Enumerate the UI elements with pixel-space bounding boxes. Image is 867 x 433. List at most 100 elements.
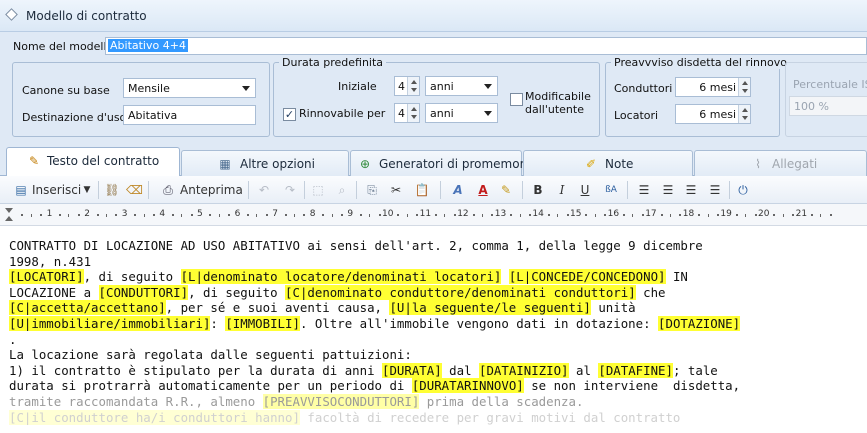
chevron-down-icon — [484, 84, 492, 89]
ruler-tick — [754, 214, 757, 216]
indent-marker-icon[interactable] — [5, 216, 13, 221]
percentuale-label: Percentuale IS — [793, 78, 867, 91]
align-center-icon[interactable]: ☰ — [660, 180, 676, 200]
italic-icon[interactable]: I — [554, 180, 570, 200]
font-color-icon[interactable]: A — [475, 180, 491, 200]
options-icon: ▦ — [219, 157, 231, 171]
cut-icon[interactable]: ✂ — [388, 180, 404, 200]
tab-note[interactable]: ✐ Note — [523, 150, 693, 176]
select-all-icon[interactable]: ⬚ — [310, 180, 326, 200]
eraser-icon[interactable]: ⌫ — [126, 180, 143, 200]
conduttori-stepper[interactable]: 6 mesi — [675, 77, 751, 97]
ruler-tick — [115, 214, 118, 216]
highlight-icon[interactable]: ✎ — [498, 180, 514, 200]
text-case-icon[interactable]: ßA — [601, 180, 621, 200]
font-icon[interactable]: A — [450, 180, 466, 200]
ruler-tick — [679, 214, 682, 216]
chevron-down-icon[interactable]: ▼ — [82, 180, 92, 200]
underline-icon[interactable]: U — [577, 180, 593, 200]
find-icon[interactable]: ⌕ — [334, 180, 350, 200]
edit-icon: ✎ — [28, 154, 40, 168]
ruler-tick — [341, 214, 343, 216]
align-right-icon[interactable]: ☰ — [683, 180, 699, 200]
toolbar-separator — [729, 181, 730, 199]
rinnovabile-stepper[interactable]: 4 — [394, 103, 420, 123]
redo-icon[interactable]: ↷ — [282, 180, 298, 200]
toolbar-separator — [356, 181, 357, 199]
align-left-icon[interactable]: ☰ — [636, 180, 652, 200]
destinazione-input[interactable]: Abitativa — [123, 105, 256, 125]
field-link-icon[interactable]: ⛓ — [104, 180, 120, 200]
preview-button[interactable]: Anteprima — [180, 180, 243, 200]
power-icon[interactable]: ⏻ — [735, 180, 751, 200]
preavviso-group: Preavvviso disdetta del rinnovo Condutto… — [605, 56, 790, 137]
modificabile-checkbox[interactable] — [510, 93, 523, 106]
ruler-tick — [30, 214, 32, 217]
field-placeholder: [C|denominato conduttore/denominati cond… — [285, 284, 636, 300]
spin-arrows-icon[interactable] — [738, 78, 750, 96]
tab-allegati[interactable]: ⌇ Allegati — [694, 150, 867, 176]
tab-generatori-promemoria[interactable]: ⊕ Generatori di promemoria — [350, 150, 535, 176]
ruler-number: 21 — [795, 209, 808, 219]
iniziale-unit-select[interactable]: anni — [425, 76, 498, 96]
insert-button[interactable]: Inserisci — [32, 180, 81, 200]
ruler-number: 7 — [272, 209, 278, 219]
durata-group-title: Durata predefinita — [279, 56, 387, 69]
indent-marker-icon[interactable] — [5, 208, 13, 213]
copy-icon[interactable]: ⎘ — [364, 180, 380, 200]
ruler-tick — [134, 214, 137, 216]
destinazione-label: Destinazione d'uso — [22, 111, 127, 124]
chevron-down-icon — [242, 86, 250, 91]
ruler-tick — [435, 214, 437, 216]
toolbar-separator — [248, 181, 249, 199]
tab-altre-opzioni[interactable]: ▦ Altre opzioni — [181, 150, 349, 176]
model-name-input[interactable]: Abitativo 4+4 — [105, 37, 867, 55]
ruler-tick — [735, 214, 738, 216]
ruler-tick — [585, 214, 588, 216]
toolbar-separator — [148, 181, 149, 199]
paperclip-icon: ⌇ — [755, 157, 761, 171]
ruler-number: 1 — [46, 209, 53, 219]
ruler-tick — [171, 214, 174, 216]
ruler-tick — [829, 214, 832, 216]
ruler-tick — [378, 214, 381, 216]
window-titlebar: Modello di contratto — [0, 0, 867, 32]
rinnovabile-unit-select[interactable]: anni — [425, 103, 498, 123]
ruler-number: 15 — [570, 209, 582, 219]
ruler-tick — [265, 214, 268, 216]
spin-arrows-icon[interactable] — [407, 77, 419, 95]
iniziale-stepper[interactable]: 4 — [394, 76, 420, 96]
field-placeholder: [DURATARINNOVO] — [411, 378, 524, 394]
ruler-tick — [181, 214, 183, 217]
field-placeholder: [CONDUTTORI] — [98, 284, 189, 300]
ruler-tick — [331, 214, 333, 217]
canone-select[interactable]: Mensile — [123, 78, 256, 98]
note-icon: ✐ — [585, 157, 597, 171]
ruler-tick — [482, 214, 483, 217]
ruler-number: 4 — [159, 209, 166, 219]
percentuale-input[interactable]: 100 % — [789, 96, 867, 116]
bold-icon[interactable]: B — [530, 180, 546, 200]
ruler-tick — [209, 214, 212, 216]
ruler-tick — [717, 214, 719, 216]
spin-arrows-icon[interactable] — [407, 104, 419, 122]
toolbar-separator — [522, 181, 523, 199]
undo-icon[interactable]: ↶ — [256, 180, 272, 200]
document-editor[interactable]: CONTRATTO DI LOCAZIONE AD USO ABITATIVO … — [0, 226, 867, 433]
ruler-tick — [143, 214, 145, 217]
insert-icon[interactable]: ▤ — [14, 180, 28, 200]
locatori-stepper[interactable]: 6 mesi — [675, 104, 751, 124]
window-title: Modello di contratto — [26, 9, 147, 23]
ruler-number: 2 — [84, 209, 90, 219]
paste-icon[interactable]: 📋 — [414, 180, 430, 200]
ruler-tick — [359, 214, 362, 216]
rinnovabile-checkbox[interactable]: ✓ — [283, 108, 296, 121]
field-placeholder: [DOTAZIONE] — [658, 315, 741, 331]
align-justify-icon[interactable]: ☰ — [707, 180, 723, 200]
tab-testo-contratto[interactable]: ✎ Testo del contratto — [6, 147, 180, 177]
field-placeholder: [LOCATORI] — [9, 269, 84, 285]
spin-arrows-icon[interactable] — [738, 105, 750, 123]
contract-text[interactable]: CONTRATTO DI LOCAZIONE AD USO ABITATIVO … — [9, 238, 859, 425]
print-preview-icon[interactable]: ⎙ — [160, 180, 176, 200]
field-placeholder: [DURATA] — [382, 362, 442, 378]
